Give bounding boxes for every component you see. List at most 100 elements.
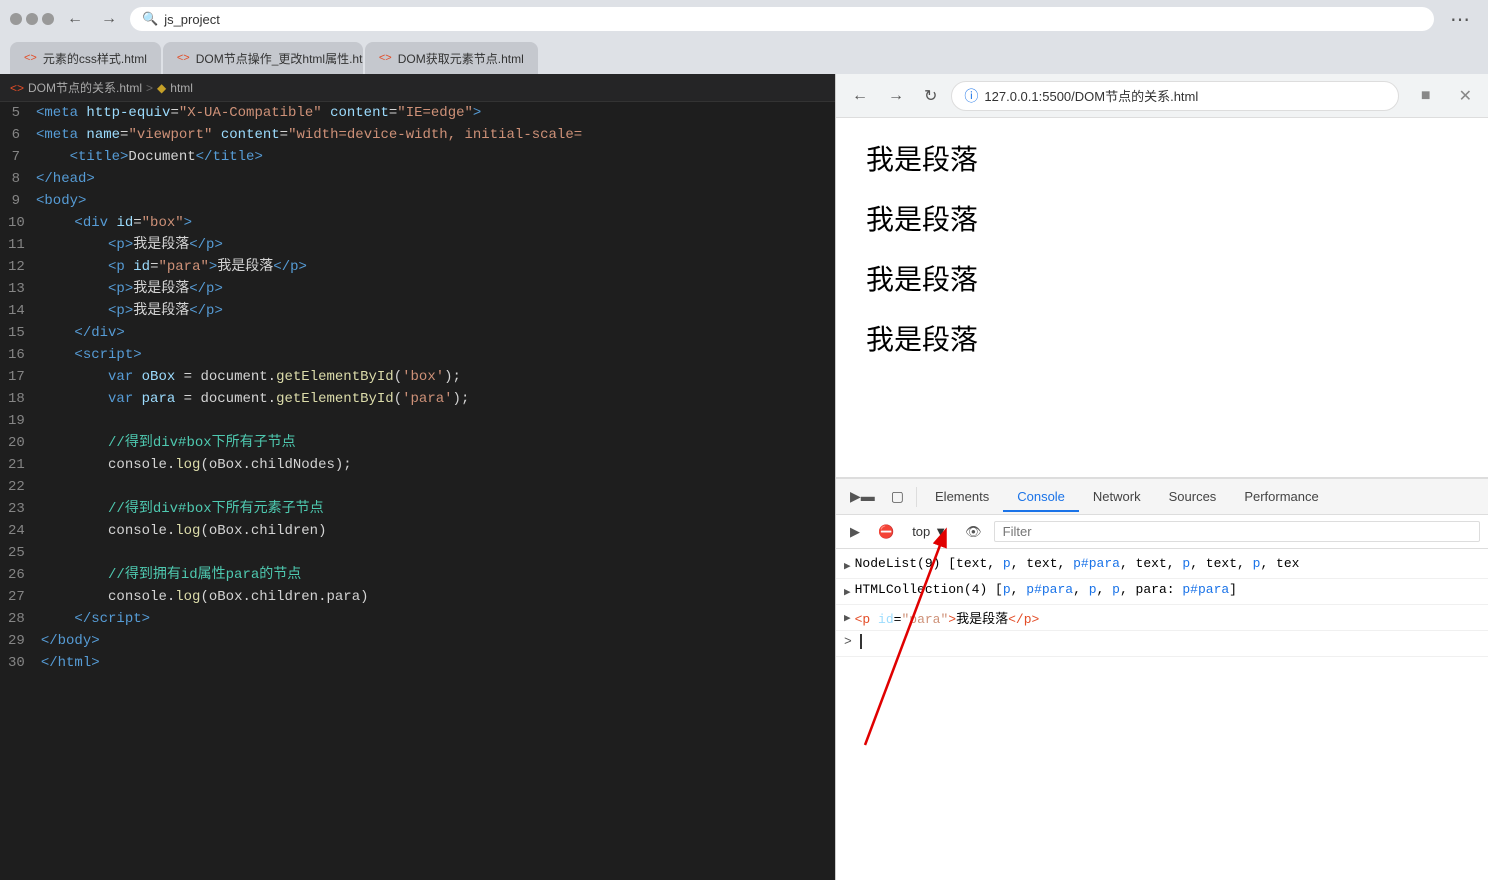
line-code: </html>: [41, 652, 100, 674]
browser-forward-button[interactable]: →: [882, 85, 910, 107]
window-dot-3: [42, 13, 54, 25]
line-code: //得到div#box下所有元素子节点: [41, 498, 324, 520]
line-number: 8: [0, 168, 36, 190]
tab-console-label: Console: [1017, 489, 1065, 504]
code-line: 27 console.log(oBox.children.para): [0, 586, 835, 608]
filter-input[interactable]: [994, 521, 1480, 542]
tab-elements[interactable]: Elements: [921, 483, 1003, 512]
line-code: </body>: [41, 630, 100, 652]
console-line: ▶<p id="para">我是段落</p>: [836, 605, 1488, 631]
main-area: <> DOM节点的关系.html > ◆ html 5<meta http-eq…: [0, 74, 1488, 880]
tab-sources[interactable]: Sources: [1155, 483, 1231, 512]
console-expand-icon[interactable]: ▶: [844, 611, 851, 625]
code-line: 22: [0, 476, 835, 498]
tab-dom-ops[interactable]: <> DOM节点操作_更改html属性.html: [163, 42, 363, 74]
console-line-text: NodeList(9) [text, p, text, p#para, text…: [855, 556, 1480, 571]
breadcrumb-node: html: [170, 81, 193, 95]
tab-label-css: 元素的css样式.html: [43, 50, 147, 67]
clear-console-button[interactable]: ⛔: [872, 521, 900, 543]
address-bar-top[interactable]: 🔍 js_project: [130, 7, 1434, 31]
devtools-device-button[interactable]: ▢: [883, 484, 912, 509]
preview-paragraph: 我是段落: [866, 258, 1458, 298]
devtools-tabs: ▶▬ ▢ Elements Console Network Sources Pe…: [836, 479, 1488, 515]
tab-icon-dom-get: <>: [379, 52, 392, 64]
line-code: //得到div#box下所有子节点: [41, 432, 296, 454]
line-number: 30: [0, 652, 41, 674]
tab-elements-label: Elements: [935, 489, 989, 504]
code-line: 19: [0, 410, 835, 432]
code-line: 10 <div id="box">: [0, 212, 835, 234]
line-code: console.log(oBox.children.para): [41, 586, 369, 608]
console-expand-icon[interactable]: ▶: [844, 585, 851, 599]
tab-performance[interactable]: Performance: [1230, 483, 1332, 512]
code-line: 23 //得到div#box下所有元素子节点: [0, 498, 835, 520]
browser-back-button[interactable]: ←: [846, 85, 874, 107]
line-number: 19: [0, 410, 41, 432]
code-line: 9<body>: [0, 190, 835, 212]
code-line: 30</html>: [0, 652, 835, 674]
close-devtools-button[interactable]: ✕: [1453, 84, 1478, 108]
tab-network[interactable]: Network: [1079, 483, 1155, 512]
line-number: 9: [0, 190, 36, 212]
line-number: 27: [0, 586, 41, 608]
code-line: 6<meta name="viewport" content="width=de…: [0, 124, 835, 146]
console-expand-icon[interactable]: ▶: [844, 559, 851, 573]
forward-button[interactable]: →: [96, 8, 122, 30]
run-script-button[interactable]: ▶: [844, 521, 866, 543]
devtools-toolbar: ▶ ⛔ top ▼ 👁: [836, 515, 1488, 549]
tab-sources-label: Sources: [1169, 489, 1217, 504]
code-line: 13 <p>我是段落</p>: [0, 278, 835, 300]
breadcrumb-icon: <>: [10, 81, 24, 95]
line-code: <script>: [41, 344, 142, 366]
context-label: top: [912, 524, 930, 539]
code-line: 14 <p>我是段落</p>: [0, 300, 835, 322]
tab-label-dom-ops: DOM节点操作_更改html属性.html: [196, 50, 363, 67]
tab-network-label: Network: [1093, 489, 1141, 504]
line-code: console.log(oBox.children): [41, 520, 327, 542]
tab-performance-label: Performance: [1244, 489, 1318, 504]
eye-filter-button[interactable]: 👁: [959, 521, 988, 543]
code-content[interactable]: 5<meta http-equiv="X-UA-Compatible" cont…: [0, 102, 835, 880]
preview-paragraph: 我是段落: [866, 198, 1458, 238]
line-code: <p>我是段落</p>: [41, 300, 223, 322]
context-dropdown[interactable]: top ▼: [906, 521, 953, 542]
tab-label-dom-get: DOM获取元素节点.html: [398, 50, 524, 67]
console-line: ▶HTMLCollection(4) [p, p#para, p, p, par…: [836, 579, 1488, 605]
window-dot-2: [26, 13, 38, 25]
line-code: //得到拥有id属性para的节点: [41, 564, 301, 586]
devtools-open-button[interactable]: ■: [1415, 85, 1437, 107]
code-line: 11 <p>我是段落</p>: [0, 234, 835, 256]
tab-dom-get[interactable]: <> DOM获取元素节点.html: [365, 42, 538, 74]
line-number: 28: [0, 608, 41, 630]
title-bar: ← → 🔍 js_project ⋯: [0, 0, 1488, 38]
code-line: 18 var para = document.getElementById('p…: [0, 388, 835, 410]
back-button[interactable]: ←: [62, 8, 88, 30]
code-editor: <> DOM节点的关系.html > ◆ html 5<meta http-eq…: [0, 74, 835, 880]
line-code: <p>我是段落</p>: [41, 278, 223, 300]
window-dots: [10, 13, 54, 25]
browser-refresh-button[interactable]: ↻: [918, 84, 943, 108]
code-line: 28 </script>: [0, 608, 835, 630]
line-number: 29: [0, 630, 41, 652]
code-line: 12 <p id="para">我是段落</p>: [0, 256, 835, 278]
console-prompt-line: >: [836, 631, 1488, 657]
line-code: console.log(oBox.childNodes);: [41, 454, 352, 476]
browser-address-bar[interactable]: ⓘ 127.0.0.1:5500/DOM节点的关系.html: [951, 81, 1399, 111]
line-code: var para = document.getElementById('para…: [41, 388, 470, 410]
devtools-inspect-button[interactable]: ▶▬: [842, 484, 883, 509]
console-line: ▶ NodeList(9) [text, p, text, p#para, tex…: [836, 553, 1488, 579]
tab-console[interactable]: Console: [1003, 483, 1079, 512]
line-code: </script>: [41, 608, 150, 630]
tab-css[interactable]: <> 元素的css样式.html: [10, 42, 161, 74]
line-number: 25: [0, 542, 41, 564]
line-number: 7: [0, 146, 36, 168]
line-number: 13: [0, 278, 41, 300]
prompt-cursor[interactable]: [860, 634, 862, 649]
code-line: 21 console.log(oBox.childNodes);: [0, 454, 835, 476]
tab-icon-css: <>: [24, 52, 37, 64]
code-line: 15 </div>: [0, 322, 835, 344]
line-number: 21: [0, 454, 41, 476]
code-line: 29</body>: [0, 630, 835, 652]
line-number: 22: [0, 476, 41, 498]
more-options-button[interactable]: ⋯: [1442, 5, 1478, 34]
